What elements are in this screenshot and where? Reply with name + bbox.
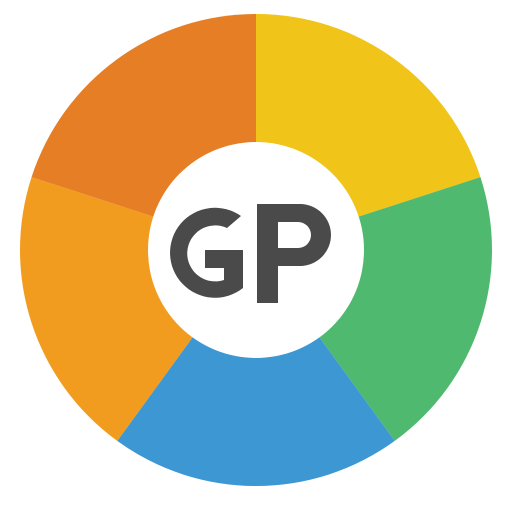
logo-container [0, 0, 512, 512]
gp-logo [19, 14, 492, 487]
